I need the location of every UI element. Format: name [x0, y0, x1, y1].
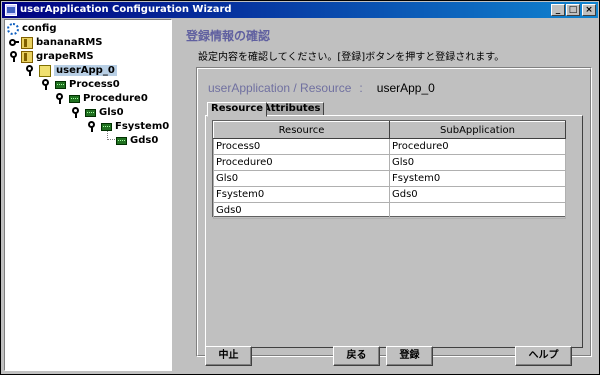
- table-cell: Process0: [213, 138, 390, 155]
- table-cell: Gds0: [389, 186, 566, 203]
- tree-node-banana[interactable]: bananaRMS: [9, 36, 103, 49]
- instruction-text: 設定内容を確認してください。[登録]ボタンを押すと登録されます。: [198, 52, 505, 63]
- back-button[interactable]: 戻る: [333, 346, 380, 366]
- collapsed-handle-icon[interactable]: [9, 37, 19, 48]
- app-icon: [5, 4, 17, 16]
- window-title: userApplication Configuration Wizard: [20, 4, 232, 15]
- node-icon: [21, 36, 33, 49]
- expanded-handle-icon[interactable]: [87, 121, 97, 132]
- close-button[interactable]: ×: [582, 4, 596, 16]
- path-label: userApplication / Resource: [208, 81, 352, 95]
- register-button[interactable]: 登録: [386, 346, 433, 366]
- column-header-resource[interactable]: Resource: [213, 121, 390, 139]
- tree-node-grape[interactable]: grapeRMS: [9, 50, 94, 63]
- expanded-handle-icon[interactable]: [71, 107, 81, 118]
- table-row[interactable]: Process0 Procedure0: [213, 138, 566, 155]
- tree-connector: [107, 131, 115, 140]
- tree-node-fsystem[interactable]: Fsystem0: [87, 120, 169, 133]
- node-icon: [21, 50, 33, 63]
- tree-node-gds[interactable]: Gds0: [116, 134, 158, 147]
- cancel-button[interactable]: 中止: [205, 346, 252, 366]
- column-header-subapplication[interactable]: SubApplication: [389, 121, 566, 139]
- maximize-button[interactable]: □: [566, 4, 580, 16]
- table-cell: Procedure0: [213, 154, 390, 171]
- wizard-window: userApplication Configuration Wizard _ □…: [0, 0, 600, 375]
- expanded-handle-icon[interactable]: [55, 93, 65, 104]
- resource-icon: [116, 136, 127, 145]
- table-cell: Gds0: [213, 202, 390, 219]
- confirmation-pane: 登録情報の確認 設定内容を確認してください。[登録]ボタンを押すと登録されます。…: [176, 19, 597, 371]
- tree-node-userapp[interactable]: userApp_0: [25, 64, 117, 77]
- resource-icon: [55, 80, 66, 89]
- table-cell: Procedure0: [389, 138, 566, 155]
- expanded-handle-icon[interactable]: [25, 65, 35, 76]
- path-separator: :: [359, 81, 363, 95]
- table-row[interactable]: Gds0: [213, 202, 566, 219]
- table-cell: [389, 202, 566, 219]
- title-bar: userApplication Configuration Wizard _ □…: [2, 2, 598, 18]
- help-button[interactable]: ヘルプ: [515, 346, 572, 366]
- table-cell: Gls0: [213, 170, 390, 187]
- resource-icon: [85, 108, 96, 117]
- resource-group: userApplication / Resource: userApp_0 Res…: [196, 67, 592, 357]
- expanded-handle-icon[interactable]: [41, 79, 51, 90]
- minimize-button[interactable]: _: [551, 4, 565, 16]
- tree-node-process[interactable]: Process0: [41, 78, 120, 91]
- tab-panel: Resource SubApplication Process0 Procedu…: [205, 115, 583, 348]
- resource-tree[interactable]: config bananaRMS grapeRMS userApp_0 Proc…: [4, 19, 172, 371]
- resource-table: Resource SubApplication Process0 Procedu…: [212, 120, 566, 219]
- config-icon: [7, 22, 19, 35]
- table-row[interactable]: Procedure0 Gls0: [213, 154, 566, 171]
- resource-icon: [101, 122, 112, 131]
- table-cell: Fsystem0: [213, 186, 390, 203]
- expanded-handle-icon[interactable]: [9, 51, 19, 62]
- table-cell: Gls0: [389, 154, 566, 171]
- table-cell: Fsystem0: [389, 170, 566, 187]
- breadcrumb: userApplication / Resource: userApp_0: [208, 81, 435, 95]
- table-row[interactable]: Fsystem0 Gds0: [213, 186, 566, 203]
- userapp-icon: [39, 64, 51, 77]
- tree-node-gls[interactable]: Gls0: [71, 106, 124, 119]
- resource-icon: [69, 94, 80, 103]
- tab-attributes[interactable]: Attributes: [259, 102, 325, 116]
- tab-resource[interactable]: Resource: [207, 102, 268, 117]
- tree-node-procedure[interactable]: Procedure0: [55, 92, 148, 105]
- table-row[interactable]: Gls0 Fsystem0: [213, 170, 566, 187]
- tree-node-config[interactable]: config: [7, 22, 57, 35]
- page-title: 登録情報の確認: [186, 29, 271, 43]
- path-value: userApp_0: [376, 81, 435, 95]
